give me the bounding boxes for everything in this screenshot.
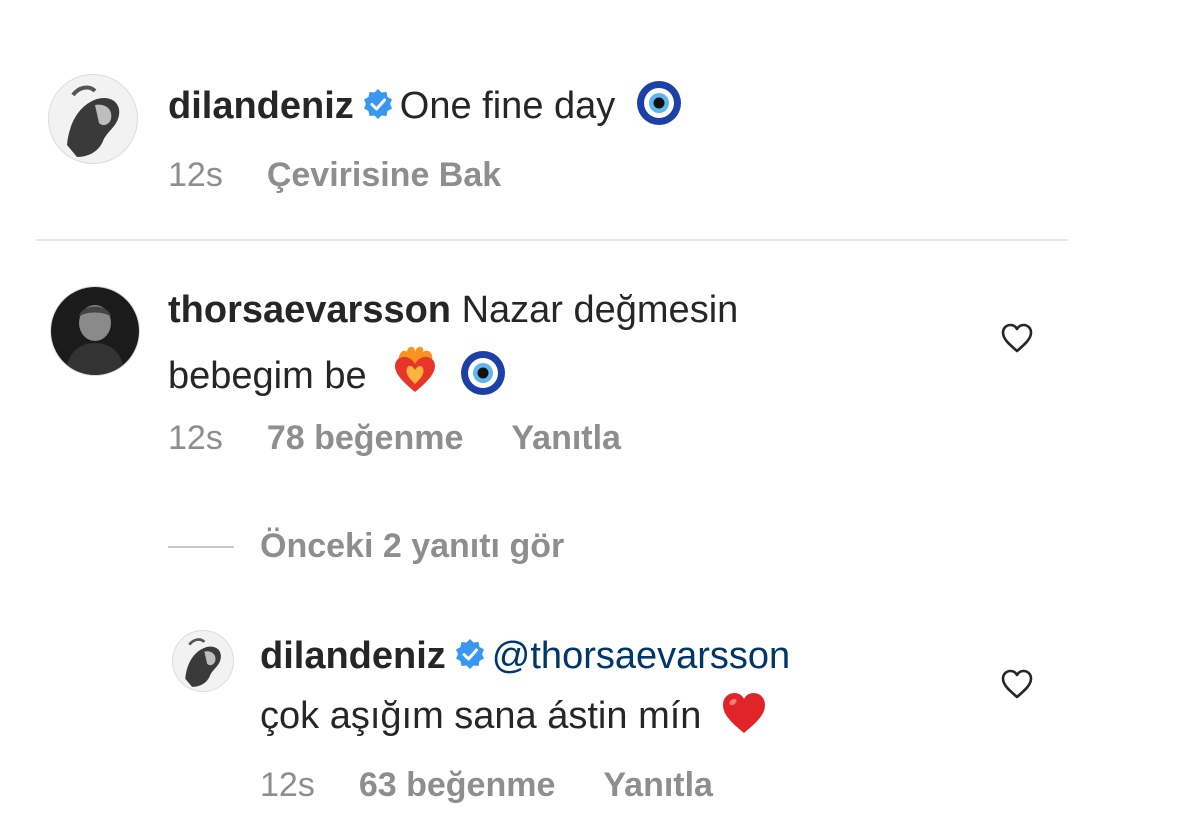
avatar-image: [173, 631, 233, 691]
timestamp: 12s: [260, 766, 315, 804]
avatar[interactable]: [50, 286, 140, 376]
nazar-amulet-icon: [460, 350, 506, 406]
nazar-amulet-icon: [636, 80, 682, 136]
caption-text: One fine day: [399, 85, 616, 127]
view-replies-label[interactable]: Önceki 2 yanıtı gör: [260, 524, 564, 568]
caption-meta: 12s Çevirisine Bak: [168, 155, 501, 195]
comment-text: bebegim be: [168, 355, 367, 397]
verified-badge-icon: [362, 86, 394, 130]
comment-line-2: bebegim be: [168, 344, 506, 406]
reply-button[interactable]: Yanıtla: [511, 419, 621, 457]
caption-line: dilandeniz One fine day: [168, 80, 682, 136]
comment-line-1: thorsaevarsson Nazar değmesin: [168, 288, 738, 332]
avatar[interactable]: [172, 630, 234, 692]
see-translation-button[interactable]: Çevirisine Bak: [267, 156, 501, 194]
avatar-image: [49, 75, 137, 163]
avatar[interactable]: [48, 74, 138, 164]
reply-line-2: çok aşığım sana ástin mín: [260, 690, 768, 746]
reply-meta: 12s 63 beğenme Yanıtla: [260, 765, 713, 805]
like-heart-icon[interactable]: [1000, 668, 1034, 700]
username[interactable]: dilandeniz: [260, 635, 446, 677]
timestamp: 12s: [168, 156, 223, 194]
heart-on-fire-icon: [389, 344, 441, 406]
username[interactable]: dilandeniz: [168, 85, 354, 127]
reply-text: çok aşığım sana ástin mín: [260, 695, 702, 737]
divider: [36, 239, 1068, 241]
comment-meta: 12s 78 beğenme Yanıtla: [168, 418, 621, 458]
verified-badge-icon: [454, 636, 486, 680]
like-heart-icon[interactable]: [1000, 322, 1034, 354]
divider: [168, 546, 234, 548]
mention-link[interactable]: @thorsaevarsson: [492, 635, 790, 677]
likes-count[interactable]: 78 beğenme: [267, 419, 464, 457]
reply-button[interactable]: Yanıtla: [603, 766, 713, 804]
username[interactable]: thorsaevarsson: [168, 289, 451, 331]
red-heart-icon: [720, 690, 768, 746]
comment-text: Nazar değmesin: [461, 289, 739, 331]
reply-line-1: dilandeniz @thorsaevarsson: [260, 634, 790, 680]
avatar-image: [51, 287, 139, 375]
timestamp: 12s: [168, 419, 223, 457]
likes-count[interactable]: 63 beğenme: [359, 766, 556, 804]
